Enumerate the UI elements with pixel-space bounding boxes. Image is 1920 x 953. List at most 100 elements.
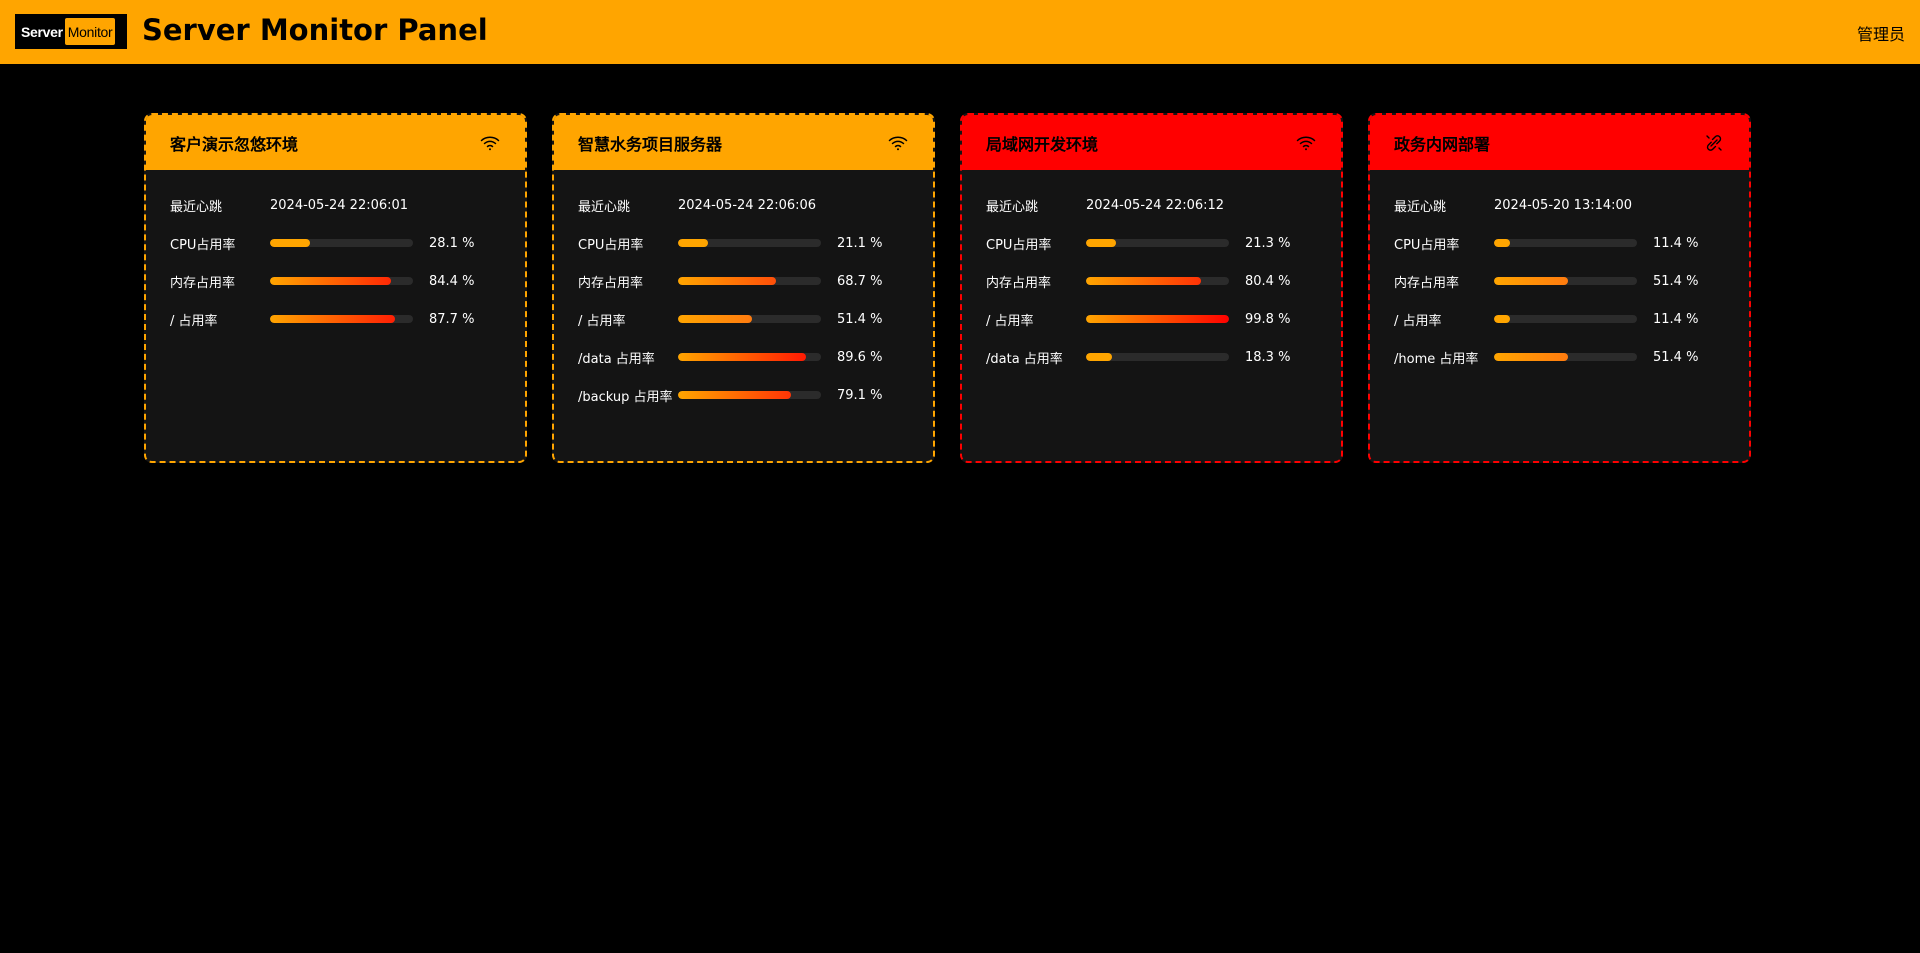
usage-percent: 89.6 % <box>837 349 883 365</box>
usage-percent: 80.4 % <box>1245 273 1291 289</box>
server-name: 智慧水务项目服务器 <box>578 134 723 154</box>
metric-label: CPU占用率 <box>1394 237 1460 253</box>
usage-bar-fill <box>678 277 777 285</box>
server-card[interactable]: 政务内网部署最近心跳 2024-05-20 13:14:00 CPU占用率 11.4 … <box>1368 113 1751 463</box>
heartbeat-row: 最近心跳 2024-05-20 13:14:00 <box>1394 186 1725 224</box>
metric-row-root: 内存占用率 84.4 % <box>170 262 501 300</box>
metric-row-root: 内存占用率 51.4 % <box>1394 262 1725 300</box>
usage-bar-track <box>1494 239 1637 247</box>
usage-bar-track <box>1086 239 1229 247</box>
usage-bar-track <box>1494 315 1637 323</box>
metric-row-cpu: CPU占用率 21.1 % <box>578 224 909 262</box>
metric-label: / 占用率 <box>986 313 1034 329</box>
metric-label: 内存占用率 <box>170 275 236 291</box>
usage-bar-track <box>678 353 821 361</box>
metric-label: /data 占用率 <box>986 351 1063 367</box>
server-card-body: 最近心跳 2024-05-24 22:06:06 CPU占用率 21.1 % 内存占用率… <box>554 170 933 414</box>
metric-row-data: /data 占用率 89.6 % <box>578 338 909 376</box>
server-card[interactable]: 局域网开发环境最近心跳 2024-05-24 22:06:12 CPU占用率 21.3… <box>960 113 1343 463</box>
usage-percent: 51.4 % <box>1653 273 1699 289</box>
heartbeat-time: 2024-05-20 13:14:00 <box>1494 197 1633 213</box>
server-name: 政务内网部署 <box>1394 134 1491 154</box>
metric-label: 内存占用率 <box>578 275 644 291</box>
page-title: Server Monitor Panel <box>142 13 488 47</box>
metric-row-root: / 占用率 99.8 % <box>986 300 1317 338</box>
wifi-icon <box>479 132 501 154</box>
usage-bar-fill <box>1086 353 1113 361</box>
usage-bar-fill <box>270 239 311 247</box>
usage-percent: 28.1 % <box>429 235 475 251</box>
usage-percent: 11.4 % <box>1653 235 1699 251</box>
metric-row-root: 内存占用率 68.7 % <box>578 262 909 300</box>
usage-bar-track <box>1494 353 1637 361</box>
metric-row-cpu: CPU占用率 28.1 % <box>170 224 501 262</box>
heartbeat-row: 最近心跳 2024-05-24 22:06:12 <box>986 186 1317 224</box>
usage-bar-fill <box>1494 277 1568 285</box>
metric-row-home: /home 占用率 51.4 % <box>1394 338 1725 376</box>
heartbeat-label: 最近心跳 <box>986 199 1039 215</box>
usage-bar-fill <box>678 391 792 399</box>
metric-row-root: / 占用率 87.7 % <box>170 300 501 338</box>
usage-bar-fill <box>270 315 396 323</box>
metric-label: 内存占用率 <box>1394 275 1460 291</box>
usage-bar-track <box>678 315 821 323</box>
server-card-header: 局域网开发环境 <box>962 115 1341 170</box>
usage-percent: 11.4 % <box>1653 311 1699 327</box>
heartbeat-row: 最近心跳 2024-05-24 22:06:06 <box>578 186 909 224</box>
usage-bar-track <box>270 239 413 247</box>
usage-bar-track <box>1086 353 1229 361</box>
user-menu[interactable]: 管理员 <box>1857 21 1905 45</box>
metric-row-cpu: CPU占用率 11.4 % <box>1394 224 1725 262</box>
usage-percent: 21.1 % <box>837 235 883 251</box>
usage-bar-track <box>270 315 413 323</box>
usage-bar-fill <box>1494 353 1568 361</box>
metric-row-cpu: CPU占用率 21.3 % <box>986 224 1317 262</box>
usage-percent: 84.4 % <box>429 273 475 289</box>
server-card-header: 政务内网部署 <box>1370 115 1749 170</box>
server-card-header: 智慧水务项目服务器 <box>554 115 933 170</box>
app-logo[interactable]: Server Monitor <box>15 14 127 49</box>
metric-label: CPU占用率 <box>986 237 1052 253</box>
usage-bar-fill <box>1494 315 1511 323</box>
server-name: 客户演示忽悠环境 <box>170 134 299 154</box>
top-bar: Server Monitor Server Monitor Panel 管理员 <box>0 0 1920 64</box>
server-card-body: 最近心跳 2024-05-24 22:06:01 CPU占用率 28.1 % 内存占用率… <box>146 170 525 338</box>
usage-bar-fill <box>678 315 752 323</box>
usage-bar-track <box>1086 315 1229 323</box>
usage-bar-fill <box>1494 239 1511 247</box>
metric-label: / 占用率 <box>1394 313 1442 329</box>
logo-text-monitor: Monitor <box>64 18 116 45</box>
usage-bar-fill <box>270 277 391 285</box>
metric-row-root: / 占用率 11.4 % <box>1394 300 1725 338</box>
metric-label: / 占用率 <box>578 313 626 329</box>
metric-label: CPU占用率 <box>578 237 644 253</box>
metric-row-root: / 占用率 51.4 % <box>578 300 909 338</box>
metric-label: /data 占用率 <box>578 351 655 367</box>
usage-bar-track <box>270 277 413 285</box>
usage-bar-fill <box>678 239 709 247</box>
metric-label: CPU占用率 <box>170 237 236 253</box>
usage-percent: 68.7 % <box>837 273 883 289</box>
server-name: 局域网开发环境 <box>986 134 1099 154</box>
usage-percent: 79.1 % <box>837 387 883 403</box>
metric-label: 内存占用率 <box>986 275 1052 291</box>
metric-row-data: /data 占用率 18.3 % <box>986 338 1317 376</box>
usage-bar-track <box>678 239 821 247</box>
metric-label: /home 占用率 <box>1394 351 1479 367</box>
metric-row-root: 内存占用率 80.4 % <box>986 262 1317 300</box>
usage-bar-fill <box>678 353 807 361</box>
logo-text-server: Server <box>21 23 63 40</box>
heartbeat-label: 最近心跳 <box>170 199 223 215</box>
usage-bar-track <box>678 277 821 285</box>
server-card-body: 最近心跳 2024-05-24 22:06:12 CPU占用率 21.3 % 内存占用率… <box>962 170 1341 376</box>
heartbeat-label: 最近心跳 <box>1394 199 1447 215</box>
heartbeat-time: 2024-05-24 22:06:06 <box>678 197 817 213</box>
usage-percent: 99.8 % <box>1245 311 1291 327</box>
usage-bar-track <box>1086 277 1229 285</box>
server-card[interactable]: 客户演示忽悠环境 最近心跳 2024-05-24 22:06:01 CPU占用率 28.… <box>144 113 527 463</box>
server-card[interactable]: 智慧水务项目服务器最近心跳 2024-05-24 22:06:06 CPU占用率 21… <box>552 113 935 463</box>
usage-bar-fill <box>1086 277 1201 285</box>
wifi-icon <box>887 132 909 154</box>
broken-link-icon <box>1703 132 1725 154</box>
server-card-body: 最近心跳 2024-05-20 13:14:00 CPU占用率 11.4 % 内存占用率… <box>1370 170 1749 376</box>
